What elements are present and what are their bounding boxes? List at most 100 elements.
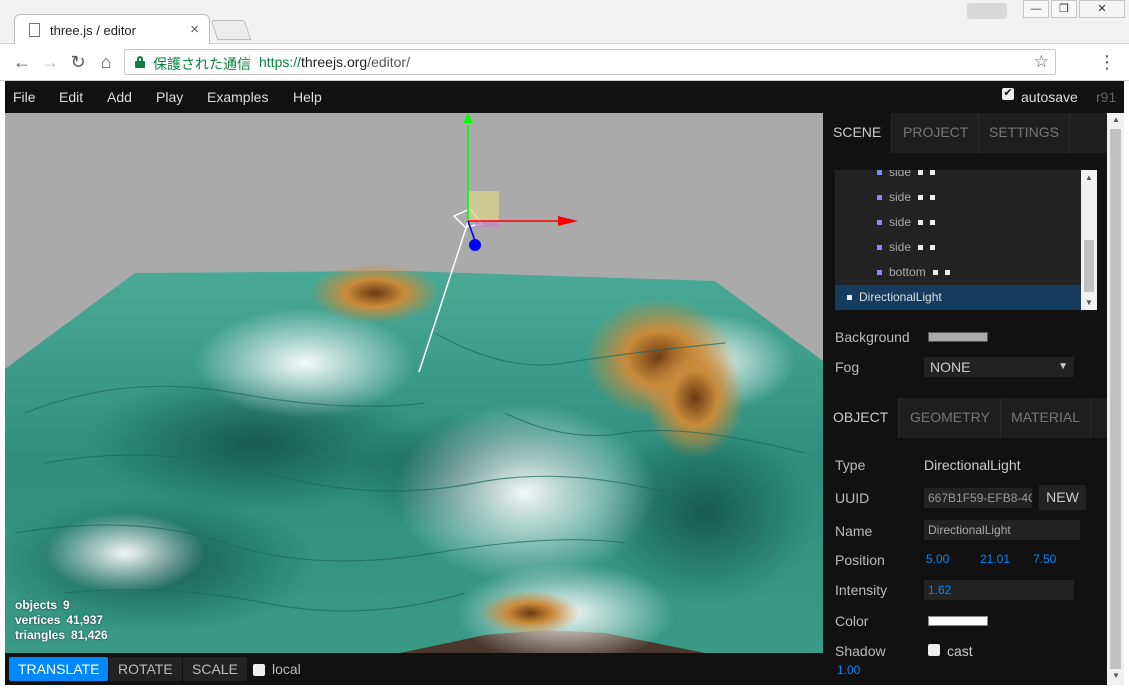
sidebar-tabs: SCENE PROJECT SETTINGS bbox=[823, 113, 1107, 153]
tab-material[interactable]: MATERIAL bbox=[1001, 398, 1091, 438]
background-color-swatch[interactable] bbox=[928, 332, 988, 342]
cast-shadow-checkbox[interactable] bbox=[928, 644, 940, 656]
triangles-label: triangles bbox=[15, 628, 66, 642]
local-label: local bbox=[272, 661, 301, 677]
sidebar: SCENE PROJECT SETTINGS side side side si… bbox=[823, 113, 1107, 685]
tab-settings[interactable]: SETTINGS bbox=[979, 113, 1071, 153]
profile-button[interactable] bbox=[967, 3, 1007, 19]
sidebar-scroll-thumb[interactable] bbox=[1110, 129, 1121, 669]
outliner-item-side[interactable]: side bbox=[877, 185, 936, 210]
menu-play[interactable]: Play bbox=[156, 89, 183, 105]
outliner-item-directionallight[interactable]: DirectionalLight bbox=[835, 285, 1081, 310]
outliner-item-label: side bbox=[889, 215, 912, 229]
gizmo-xy-plane[interactable] bbox=[468, 191, 499, 221]
outliner-item-bottom[interactable]: bottom bbox=[877, 260, 950, 285]
tab-object[interactable]: OBJECT bbox=[823, 398, 900, 438]
mesh-type-icon bbox=[877, 195, 882, 201]
outliner-item-side[interactable]: side bbox=[877, 235, 936, 260]
scroll-up-icon[interactable]: ▲ bbox=[1085, 173, 1093, 182]
bookmark-star-icon[interactable]: ☆ bbox=[1034, 52, 1049, 72]
local-checkbox[interactable] bbox=[253, 664, 265, 676]
threejs-editor: File Edit Add Play Examples Help ✔ autos… bbox=[5, 81, 1124, 685]
page-icon bbox=[29, 23, 40, 37]
menu-examples[interactable]: Examples bbox=[207, 89, 268, 105]
browser-menu-icon[interactable]: ⋮ bbox=[1098, 52, 1116, 73]
menu-edit[interactable]: Edit bbox=[59, 89, 83, 105]
objects-count: 9 bbox=[63, 598, 70, 612]
tab-close-icon[interactable]: × bbox=[190, 21, 199, 38]
autosave-checkbox[interactable]: ✔ bbox=[1002, 88, 1014, 100]
gizmo-z-axis[interactable] bbox=[467, 220, 476, 242]
new-uuid-button[interactable]: NEW bbox=[1039, 485, 1086, 510]
rotate-button[interactable]: ROTATE bbox=[109, 657, 182, 681]
uuid-label: UUID bbox=[835, 490, 870, 506]
outliner-item-side[interactable]: side bbox=[877, 170, 936, 185]
close-window-button[interactable]: ✕ bbox=[1079, 0, 1125, 18]
outliner-item-label: side bbox=[889, 190, 912, 204]
mesh-type-icon bbox=[877, 245, 882, 251]
geometry-icon bbox=[918, 245, 924, 251]
terrain-render[interactable] bbox=[5, 113, 823, 653]
gizmo-x-arrow[interactable] bbox=[558, 216, 578, 226]
scroll-up-icon[interactable]: ▲ bbox=[1112, 115, 1120, 124]
mesh-type-icon bbox=[877, 170, 882, 176]
object-tabs: OBJECT GEOMETRY MATERIAL bbox=[823, 398, 1107, 438]
light-color-swatch[interactable] bbox=[928, 616, 988, 626]
material-icon bbox=[930, 195, 936, 201]
home-icon[interactable]: ⌂ bbox=[96, 52, 116, 72]
fog-value: NONE bbox=[930, 359, 971, 375]
shadow-bias-field[interactable]: 1.00 bbox=[837, 663, 860, 677]
gizmo-z-handle[interactable] bbox=[469, 239, 481, 251]
tab-geometry[interactable]: GEOMETRY bbox=[900, 398, 1001, 438]
triangles-count: 81,426 bbox=[71, 628, 108, 642]
outliner-scrollbar[interactable]: ▲ ▼ bbox=[1081, 170, 1097, 310]
viewport[interactable]: objects 9 vertices 41,937 triangles 81,426 bbox=[5, 113, 823, 653]
menu-file[interactable]: File bbox=[13, 89, 36, 105]
back-arrow-icon[interactable]: ← bbox=[12, 52, 32, 72]
browser-tab[interactable]: three.js / editor × bbox=[14, 14, 210, 45]
secure-label[interactable]: 保護された通信 bbox=[153, 54, 251, 74]
scale-button[interactable]: SCALE bbox=[183, 657, 247, 681]
editor-menubar: File Edit Add Play Examples Help ✔ autos… bbox=[5, 81, 1124, 113]
gizmo-xz-plane[interactable] bbox=[475, 221, 499, 227]
name-field[interactable]: DirectionalLight bbox=[924, 520, 1080, 540]
url-scheme: https:// bbox=[259, 54, 302, 70]
geometry-icon bbox=[918, 195, 924, 201]
position-z-field[interactable]: 7.50 bbox=[1033, 552, 1056, 566]
menu-add[interactable]: Add bbox=[107, 89, 132, 105]
uuid-field[interactable]: 667B1F59-EFB8-4C bbox=[924, 488, 1032, 508]
outliner-item-side[interactable]: side bbox=[877, 210, 936, 235]
forward-arrow-icon[interactable]: → bbox=[40, 52, 60, 72]
outliner-item-label: side bbox=[889, 170, 912, 179]
reload-icon[interactable]: ↻ bbox=[68, 52, 88, 72]
tab-scene[interactable]: SCENE bbox=[823, 113, 893, 153]
scene-outliner[interactable]: side side side side bottom DirectionalLi… bbox=[835, 170, 1097, 310]
intensity-field[interactable]: 1.62 bbox=[924, 580, 1074, 600]
menu-help[interactable]: Help bbox=[293, 89, 322, 105]
translate-button[interactable]: TRANSLATE bbox=[9, 657, 109, 681]
transform-toolbar: TRANSLATE ROTATE SCALE local bbox=[5, 653, 823, 685]
minimize-button[interactable]: — bbox=[1023, 0, 1049, 18]
url-host: threejs.org bbox=[301, 54, 368, 70]
outliner-scroll-thumb[interactable] bbox=[1084, 240, 1094, 292]
background-label: Background bbox=[835, 329, 910, 345]
fog-select[interactable]: NONE ▼ bbox=[924, 357, 1074, 377]
light-type-icon bbox=[847, 295, 852, 301]
tab-project[interactable]: PROJECT bbox=[893, 113, 980, 153]
position-y-field[interactable]: 21.01 bbox=[980, 552, 1010, 566]
scroll-down-icon[interactable]: ▼ bbox=[1112, 671, 1120, 680]
lock-icon bbox=[135, 56, 145, 68]
outliner-item-label: bottom bbox=[889, 265, 926, 279]
url-text[interactable]: https://threejs.org/editor/ bbox=[259, 54, 410, 70]
gizmo-y-arrow[interactable] bbox=[463, 113, 473, 123]
scene-stats: objects 9 vertices 41,937 triangles 81,426 bbox=[15, 598, 114, 643]
mesh-type-icon bbox=[877, 220, 882, 226]
transform-gizmo[interactable] bbox=[463, 113, 578, 251]
scroll-down-icon[interactable]: ▼ bbox=[1085, 298, 1093, 307]
sidebar-scrollbar[interactable]: ▲ ▼ bbox=[1107, 113, 1124, 685]
material-icon bbox=[944, 270, 950, 276]
maximize-button[interactable]: ❐ bbox=[1051, 0, 1077, 18]
address-bar[interactable]: 保護された通信 https://threejs.org/editor/ ☆ bbox=[124, 49, 1056, 75]
position-x-field[interactable]: 5.00 bbox=[926, 552, 949, 566]
new-tab-button[interactable] bbox=[210, 20, 252, 40]
